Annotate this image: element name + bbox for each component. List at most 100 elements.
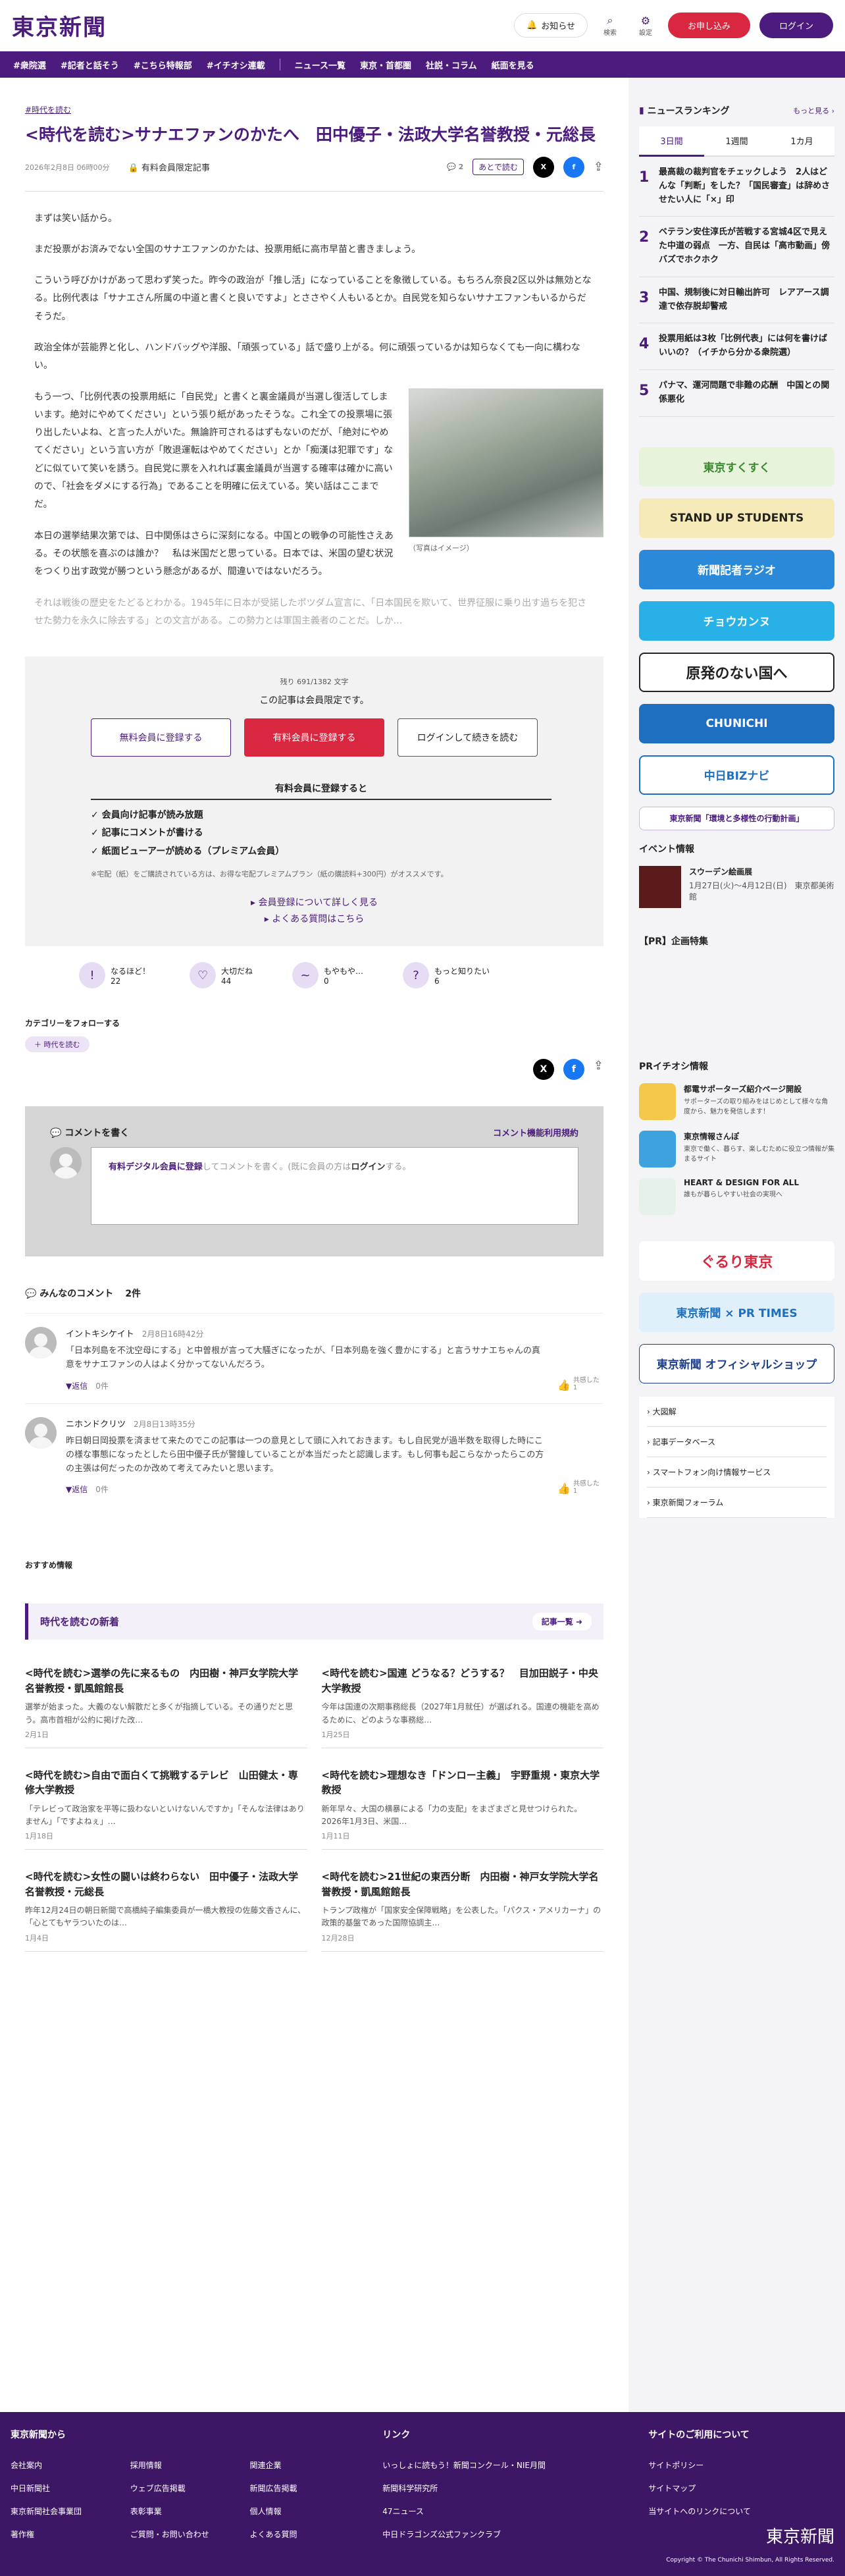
footer-link[interactable]: 東京新聞社会事業団	[11, 2506, 117, 2517]
tab-3days[interactable]: 3日間	[639, 126, 704, 157]
read-later-button[interactable]: あとで読む	[473, 159, 524, 175]
recommend-card[interactable]: <時代を読む>理想なき「ドンロー主義」 宇野重規・東京大学教授 新年早々、大国の横…	[321, 1768, 603, 1850]
facebook-share-icon[interactable]: f	[563, 1059, 584, 1081]
share-icon[interactable]: ⇪	[594, 1059, 603, 1080]
footer-link[interactable]: サイトマップ	[648, 2482, 834, 2494]
nav-item[interactable]: #こちら特報部	[134, 59, 192, 71]
footer-link[interactable]: 個人情報	[249, 2506, 356, 2517]
article-tag[interactable]: #時代を読む	[25, 105, 71, 115]
nav-item[interactable]: #記者と話そう	[61, 59, 119, 71]
nav-item[interactable]: 社説・コラム	[426, 59, 477, 71]
gururi-tokyo-banner[interactable]: ぐるり東京	[639, 1241, 834, 1281]
ranking-item[interactable]: 5 パナマ、運河問題で非難の応酬 中国との関係悪化	[639, 370, 834, 417]
footer-link[interactable]: ウェブ広告掲載	[130, 2482, 237, 2494]
recommend-header: 時代を読むの新着 記事一覧 ➜	[25, 1603, 603, 1640]
reply-toggle[interactable]: ▼返信 0件	[66, 1380, 548, 1391]
biz-navi-banner[interactable]: 中日BIZナビ	[639, 755, 834, 795]
prtimes-banner[interactable]: 東京新聞 × PR TIMES	[639, 1292, 834, 1332]
footer-link[interactable]: 著作権	[11, 2529, 117, 2540]
pr-item[interactable]: HEART & DESIGN FOR ALL 誰もが暮らしやすい社会の実現へ	[639, 1177, 834, 1215]
share-icon[interactable]: ⇪	[594, 160, 603, 174]
footer-link[interactable]: よくある質問	[249, 2529, 356, 2540]
x-share-icon[interactable]: X	[532, 1059, 554, 1081]
footer-link[interactable]: サイトポリシー	[648, 2459, 834, 2471]
agree-button[interactable]: 👍 共感した 1	[557, 1327, 603, 1391]
footer-link[interactable]: 表彰事業	[130, 2506, 237, 2517]
facebook-share-icon[interactable]: f	[563, 156, 584, 178]
members-only-label: 🔒 有料会員限定記事	[128, 161, 209, 173]
free-register-button[interactable]: 無料会員に登録する	[91, 718, 232, 757]
comment-login-link[interactable]: ログイン	[351, 1162, 385, 1172]
footer-link[interactable]: 関連企業	[249, 2459, 356, 2471]
recommend-card[interactable]: <時代を読む>自由で面白くて挑戦するテレビ 山田健太・専修大学教授 「テレビって政…	[25, 1768, 307, 1850]
footer-link[interactable]: いっしょに読もう！新聞コンクール・NIE月間	[382, 2459, 648, 2471]
reaction-moyamoya[interactable]: ~ もやもや… 0	[292, 962, 363, 989]
login-button[interactable]: ログイン	[759, 13, 833, 38]
tab-1month[interactable]: 1カ月	[769, 126, 834, 157]
search-button[interactable]: ⌕ 検索	[597, 14, 623, 37]
sidebar-link[interactable]: › スマートフォン向け情報サービス	[647, 1457, 827, 1488]
footer-link[interactable]: 当サイトへのリンクについて	[648, 2506, 834, 2517]
ranking-more-link[interactable]: もっと見る ›	[793, 105, 834, 116]
sidebar-link[interactable]: › 大図解	[647, 1397, 827, 1427]
login-continue-button[interactable]: ログインして続きを読む	[397, 718, 538, 757]
settings-button[interactable]: ⚙ 設定	[632, 14, 659, 37]
sidebar-link[interactable]: › 東京新聞フォーラム	[647, 1488, 827, 1518]
tab-1week[interactable]: 1週間	[704, 126, 769, 157]
reply-toggle[interactable]: ▼返信 0件	[66, 1484, 548, 1495]
ranking-item[interactable]: 3 中国、規制後に対日輸出許可 レアアース調達で依存脱却警戒	[639, 277, 834, 324]
register-button[interactable]: お申し込み	[667, 13, 750, 38]
category-chip[interactable]: ＋ 時代を読む	[25, 1036, 90, 1053]
environment-banner[interactable]: 東京新聞「環境と多様性の行動計画」	[639, 806, 834, 830]
standup-students-banner[interactable]: STAND UP STUDENTS	[639, 498, 834, 538]
official-shop-banner[interactable]: 東京新聞 オフィシャルショップ	[639, 1343, 834, 1383]
footer-link[interactable]: 中日新聞社	[11, 2482, 117, 2494]
reporter-radio-banner[interactable]: 新聞記者ラジオ	[639, 549, 834, 589]
sukusuku-banner[interactable]: 東京すくすく	[639, 446, 834, 487]
event-item[interactable]: スウーデン絵画展 1月27日(火)〜4月12日(日) 東京都美術館	[639, 865, 834, 908]
nav-item[interactable]: 紙面を見る	[492, 59, 534, 71]
site-logo[interactable]: 東京新聞	[12, 9, 107, 41]
article-list-link[interactable]: 記事一覧 ➜	[532, 1613, 592, 1631]
footer-link[interactable]: 新聞広告掲載	[249, 2482, 356, 2494]
ranking-item[interactable]: 1 最高裁の裁判官をチェックしよう 2人はどんな「判断」をした？「国民審査」は辞め…	[639, 157, 834, 217]
x-share-icon[interactable]: X	[532, 156, 554, 178]
sidebar-link[interactable]: › 記事データベース	[647, 1427, 827, 1457]
faq-link[interactable]: ▸ よくある質問はこちら	[91, 911, 538, 928]
reaction-shiritai[interactable]: ? もっと知りたい 6	[403, 962, 490, 989]
recommend-card[interactable]: <時代を読む>選挙の先に来るもの 内田樹・神戸女学院大学名誉教授・凱風館館長 選挙…	[25, 1666, 307, 1748]
reaction-naruhodo[interactable]: ! なるほど！ 22	[79, 962, 150, 989]
agree-button[interactable]: 👍 共感した 1	[557, 1417, 603, 1495]
chunichi-banner[interactable]: CHUNICHI	[639, 703, 834, 743]
recommend-card[interactable]: <時代を読む>21世紀の東西分断 内田樹・神戸女学院大学名誉教授・凱風館館長 トラ…	[321, 1869, 603, 1952]
footer-link[interactable]: 新聞科学研究所	[382, 2482, 648, 2494]
pr-pick-title: PRイチオシ情報	[639, 1061, 709, 1072]
footer-link[interactable]: 採用情報	[130, 2459, 237, 2471]
ranking-item[interactable]: 2 ベテラン安住淳氏が苦戦する宮城4区で見えた中道の弱点 一方、自民は「高市動画」…	[639, 217, 834, 277]
nav-item[interactable]: #衆院選	[13, 59, 46, 71]
footer-link[interactable]: 会社案内	[11, 2459, 117, 2471]
no-nuclear-banner[interactable]: 原発のない国へ	[639, 652, 834, 692]
comment-rules-link[interactable]: コメント機能利用規約	[493, 1126, 578, 1139]
pr-item[interactable]: 東京情報さんぽ 東京で働く、暮らす、楽しむために役立つ情報が集まるサイト	[639, 1130, 834, 1167]
event-title: イベント情報	[639, 844, 694, 855]
membership-details-link[interactable]: ▸ 会員登録について詳しく見る	[91, 895, 538, 911]
reaction-taisetsu[interactable]: ♡ 大切だね 44	[190, 962, 253, 989]
notice-button[interactable]: 🔔 お知らせ	[514, 13, 588, 38]
article-body: まずは笑い話から。 まだ投票がお済みでない全国のサナエファンのかたは、投票用紙に…	[25, 210, 603, 631]
recommend-card[interactable]: <時代を読む>国連 どうなる？どうする？ 目加田説子・中央大学教授 今年は国連の次…	[321, 1666, 603, 1748]
footer-link[interactable]: 中日ドラゴンズ公式ファンクラブ	[382, 2529, 648, 2540]
ranking-item[interactable]: 4 投票用紙は3枚「比例代表」には何を書けばいいの？（イチから分かる衆院選）	[639, 323, 834, 370]
comment-textarea[interactable]: 有料デジタル会員に登録してコメントを書く。(既に会員の方はログインする。	[91, 1147, 578, 1225]
footer-link[interactable]: 47ニュース	[382, 2506, 648, 2517]
register-link[interactable]: 有料デジタル会員に登録	[109, 1162, 203, 1172]
nav-item[interactable]: #イチオシ連載	[207, 59, 265, 71]
comment-count[interactable]: 💬 2	[447, 163, 463, 171]
recommend-card[interactable]: <時代を読む>女性の闘いは終わらない 田中優子・法政大学名誉教授・元総長 昨年12…	[25, 1869, 307, 1952]
nav-item[interactable]: ニュース一覧	[295, 59, 346, 71]
paid-register-button[interactable]: 有料会員に登録する	[244, 718, 384, 757]
chokanu-banner[interactable]: チョウカンヌ	[639, 601, 834, 641]
pr-item[interactable]: 都電サポーターズ紹介ページ開設 サポーターズの取り組みをはじめとして様々な角度から…	[639, 1083, 834, 1120]
nav-item[interactable]: 東京・首都圏	[360, 59, 411, 71]
footer-link[interactable]: ご質問・お問い合わせ	[130, 2529, 237, 2540]
